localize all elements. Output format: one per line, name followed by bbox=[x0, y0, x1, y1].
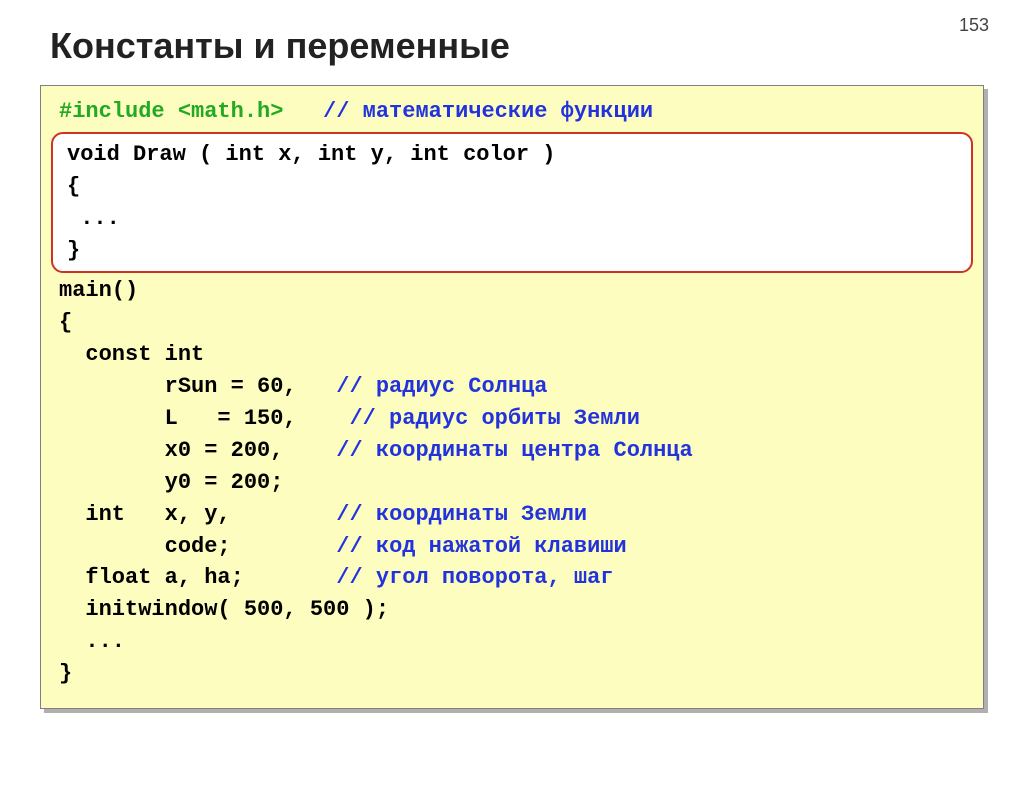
float-comment: // угол поворота, шаг bbox=[336, 565, 613, 590]
open-brace: { bbox=[59, 310, 72, 335]
page-number: 153 bbox=[959, 15, 989, 36]
rsun-line: rSun = 60, bbox=[59, 374, 297, 399]
code-var-comment: // код нажатой клавиши bbox=[336, 534, 626, 559]
close-brace: } bbox=[59, 661, 72, 686]
l-comment: // радиус орбиты Земли bbox=[349, 406, 639, 431]
y0-line: y0 = 200; bbox=[59, 470, 283, 495]
intxy-line: int x, y, bbox=[59, 502, 231, 527]
intxy-comment: // координаты Земли bbox=[336, 502, 587, 527]
code-var-line: code; bbox=[59, 534, 231, 559]
initwindow-line: initwindow( 500, 500 ); bbox=[59, 597, 389, 622]
l-line: L = 150, bbox=[59, 406, 297, 431]
x0-comment: // координаты центра Солнца bbox=[336, 438, 692, 463]
include-comment: // математические функции bbox=[323, 99, 653, 124]
const-int-line: const int bbox=[59, 342, 204, 367]
rsun-comment: // радиус Солнца bbox=[336, 374, 547, 399]
draw-function-code: void Draw ( int x, int y, int color ) { … bbox=[67, 139, 957, 267]
code-block: #include <math.h> // математические функ… bbox=[40, 85, 984, 709]
function-highlight-box: void Draw ( int x, int y, int color ) { … bbox=[51, 132, 973, 274]
slide-title: Константы и переменные bbox=[50, 25, 1024, 67]
float-line: float a, ha; bbox=[59, 565, 244, 590]
dots-line: ... bbox=[59, 629, 125, 654]
main-line: main() bbox=[59, 278, 138, 303]
include-directive: #include <math.h> bbox=[59, 99, 283, 124]
x0-line: x0 = 200, bbox=[59, 438, 283, 463]
